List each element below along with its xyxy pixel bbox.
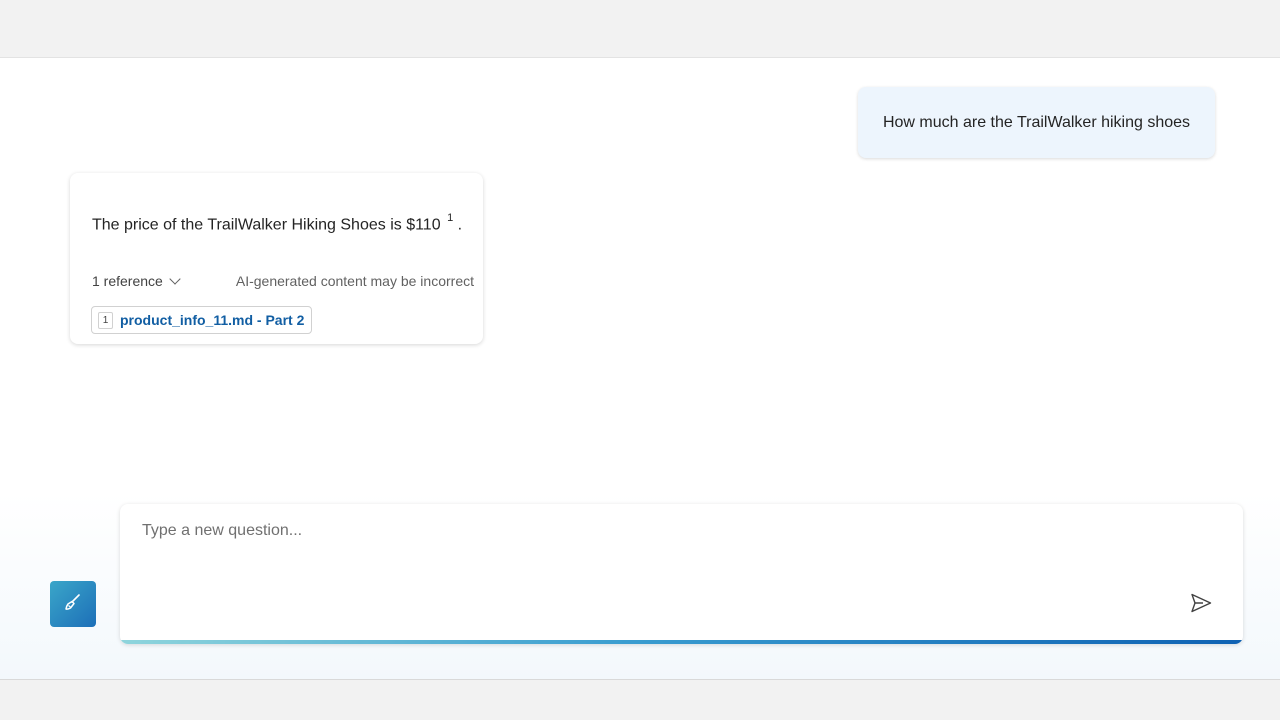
citation-marker[interactable]: 1: [447, 212, 453, 224]
bottom-bar: [0, 680, 1280, 720]
send-icon: [1189, 591, 1213, 620]
send-button[interactable]: [1186, 590, 1216, 620]
references-toggle[interactable]: 1 reference: [92, 273, 181, 289]
clear-chat-button[interactable]: [50, 581, 96, 627]
user-message-text: How much are the TrailWalker hiking shoe…: [882, 113, 1191, 131]
question-composer: [120, 504, 1243, 644]
user-message: How much are the TrailWalker hiking shoe…: [858, 87, 1215, 158]
answer-body: The price of the TrailWalker Hiking Shoe…: [92, 216, 441, 234]
answer-text: The price of the TrailWalker Hiking Shoe…: [92, 212, 463, 234]
question-input[interactable]: [142, 522, 1162, 612]
composer-accent-bar: [120, 640, 1243, 644]
ai-disclaimer: AI-generated content may be incorrect: [235, 273, 474, 289]
top-bar: [0, 0, 1280, 58]
chevron-down-icon: [169, 273, 181, 285]
references-label: 1 reference: [92, 273, 163, 289]
answer-trailing: .: [457, 216, 463, 234]
answer-card: The price of the TrailWalker Hiking Shoe…: [70, 173, 483, 344]
citation-chip[interactable]: 1 product_info_11.md - Part 2: [91, 306, 313, 334]
chat-area: How much are the TrailWalker hiking shoe…: [0, 58, 1280, 680]
citation-label: product_info_11.md - Part 2: [120, 312, 305, 328]
broom-icon: [62, 591, 84, 618]
citation-number: 1: [98, 311, 113, 329]
